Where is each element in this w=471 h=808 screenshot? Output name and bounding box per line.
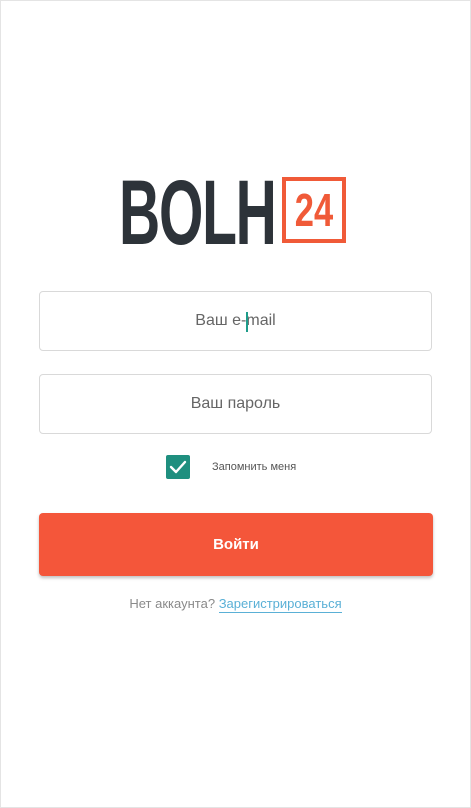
signup-row: Нет аккаунта? Зарегистрироваться bbox=[1, 596, 470, 613]
email-input[interactable] bbox=[40, 292, 431, 350]
remember-me-label: Запомнить меня bbox=[212, 461, 297, 473]
signup-prompt: Нет аккаунта? bbox=[129, 596, 216, 611]
checkmark-icon bbox=[169, 460, 187, 474]
password-input[interactable] bbox=[40, 375, 431, 433]
login-screen: BOLH 24 Запомнить меня Войти Нет аккаунт… bbox=[0, 0, 471, 808]
register-link[interactable]: Зарегистрироваться bbox=[218, 596, 342, 613]
email-field-container bbox=[39, 291, 432, 351]
app-logo: BOLH 24 bbox=[119, 162, 359, 264]
logo-wordmark: BOLH bbox=[119, 162, 277, 264]
remember-me-row: Запомнить меня bbox=[166, 455, 296, 479]
login-button[interactable]: Войти bbox=[39, 513, 433, 576]
remember-me-checkbox[interactable] bbox=[166, 455, 190, 479]
logo-number-box: 24 bbox=[282, 177, 346, 243]
logo-number: 24 bbox=[294, 184, 334, 236]
password-field-container bbox=[39, 374, 432, 434]
text-cursor bbox=[246, 312, 248, 332]
